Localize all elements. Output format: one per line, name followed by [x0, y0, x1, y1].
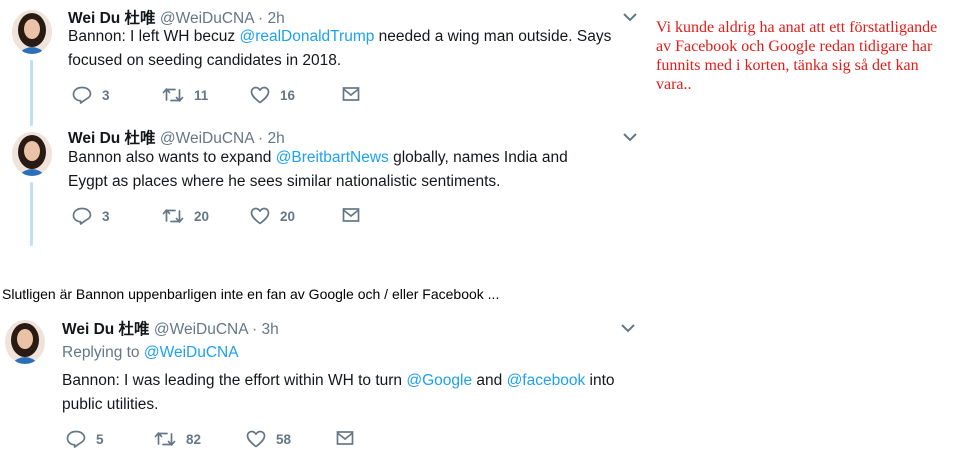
heart-icon	[246, 430, 266, 448]
tweet-actions: 3 20 20	[72, 207, 372, 227]
replying-to-mention[interactable]: @WeiDuCNA	[144, 344, 239, 361]
like-button[interactable]: 16	[250, 86, 295, 104]
reply-count: 3	[102, 87, 110, 103]
tweet-header: Wei Du 杜唯 @WeiDuCNA · 3h	[62, 317, 279, 339]
thread-line	[30, 182, 33, 246]
direct-message-button[interactable]	[342, 207, 360, 223]
envelope-icon	[336, 431, 354, 445]
red-annotation-note: Vi kunde aldrig ha anat att ett förstatl…	[656, 19, 938, 93]
avatar[interactable]	[12, 10, 52, 54]
reply-button[interactable]: 3	[72, 86, 110, 104]
replying-to: Replying to @WeiDuCNA	[62, 344, 239, 361]
reply-count: 3	[102, 208, 110, 224]
author-name[interactable]: Wei Du 杜唯	[68, 130, 156, 147]
retweet-icon	[162, 209, 184, 223]
like-count: 16	[280, 87, 296, 103]
avatar-photo-icon	[12, 132, 52, 176]
tweet-actions: 3 11 16	[72, 86, 372, 106]
chevron-down-icon[interactable]	[620, 322, 636, 334]
caption-text: Slutligen är Bannon uppenbarligen inte e…	[2, 286, 500, 302]
tweet-header: Wei Du 杜唯 @WeiDuCNA · 2h	[68, 126, 285, 148]
chevron-down-icon[interactable]	[622, 11, 638, 23]
mention-link[interactable]: @BreitbartNews	[276, 149, 389, 166]
reply-icon	[72, 86, 92, 104]
retweet-count: 82	[186, 431, 202, 447]
heart-icon	[250, 86, 270, 104]
retweet-button[interactable]: 20	[162, 207, 209, 225]
direct-message-button[interactable]	[336, 430, 354, 446]
mention-link[interactable]: @realDonaldTrump	[239, 28, 374, 45]
retweet-button[interactable]: 11	[162, 86, 208, 104]
like-count: 58	[276, 431, 292, 447]
retweet-count: 20	[194, 208, 210, 224]
retweet-icon	[154, 432, 176, 446]
reply-icon	[72, 207, 92, 225]
avatar[interactable]	[5, 320, 45, 364]
direct-message-button[interactable]	[342, 86, 360, 102]
retweet-icon	[162, 88, 184, 102]
tweet-actions: 5 82 58	[66, 430, 366, 450]
retweet-button[interactable]: 82	[154, 430, 201, 448]
author-handle-time[interactable]: @WeiDuCNA · 3h	[154, 321, 279, 338]
like-button[interactable]: 20	[250, 207, 295, 225]
heart-icon	[250, 207, 270, 225]
author-name[interactable]: Wei Du 杜唯	[62, 321, 150, 338]
avatar-photo-icon	[5, 320, 45, 364]
avatar[interactable]	[12, 132, 52, 176]
reply-button[interactable]: 5	[66, 430, 104, 448]
tweet-text: Bannon: I was leading the effort within …	[62, 372, 615, 413]
tweet-text: Bannon: I left WH becuz @realDonaldTrump…	[68, 28, 612, 69]
like-count: 20	[280, 208, 296, 224]
like-button[interactable]: 58	[246, 430, 291, 448]
mention-link[interactable]: @Google	[406, 372, 472, 389]
reply-button[interactable]: 3	[72, 207, 110, 225]
tweet-text: Bannon also wants to expand @BreitbartNe…	[68, 149, 568, 190]
author-handle-time[interactable]: @WeiDuCNA · 2h	[160, 130, 285, 147]
reply-icon	[66, 430, 86, 448]
envelope-icon	[342, 208, 360, 222]
retweet-count: 11	[194, 87, 209, 103]
chevron-down-icon[interactable]	[622, 131, 638, 143]
avatar-photo-icon	[12, 10, 52, 54]
reply-count: 5	[96, 431, 104, 447]
thread-line	[30, 60, 33, 126]
envelope-icon	[342, 87, 360, 101]
mention-link[interactable]: @facebook	[507, 372, 586, 389]
